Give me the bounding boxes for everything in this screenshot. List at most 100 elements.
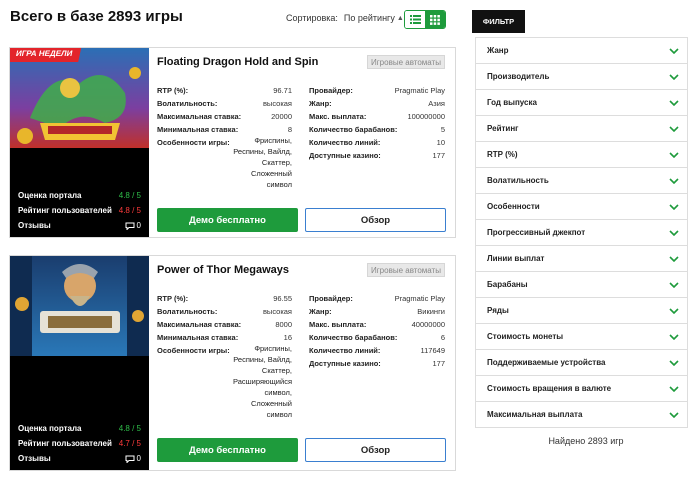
category-tag[interactable]: Игровые автоматы: [367, 263, 445, 277]
filter-item-year[interactable]: Год выпуска: [476, 90, 687, 116]
feature-item: Сложенный: [250, 169, 292, 178]
filter-item-label: Линии выплат: [487, 254, 545, 263]
review-button[interactable]: Обзор: [305, 208, 446, 232]
filter-item-jackpot[interactable]: Прогрессивный джекпот: [476, 220, 687, 246]
filter-item-label: Волатильность: [487, 176, 549, 185]
reviews-count[interactable]: 0: [125, 221, 141, 230]
chevron-down-icon: [669, 151, 679, 158]
comment-icon: [125, 455, 135, 463]
game-card: Оценка портала 4.8 / 5 Рейтинг пользоват…: [9, 255, 456, 471]
feature-item: Расширяющийся: [232, 377, 292, 386]
filter-item-genre[interactable]: Жанр: [476, 38, 687, 64]
feature-item: Респины, Вайлд,: [233, 147, 292, 156]
chevron-down-icon: [669, 307, 679, 314]
spec-value: 8000: [275, 320, 292, 329]
game-title[interactable]: Power of Thor Megaways: [157, 264, 289, 276]
filter-item-provider[interactable]: Производитель: [476, 64, 687, 90]
comment-icon: [125, 222, 135, 230]
reviews-label: Отзывы: [18, 221, 51, 230]
spec-value: 177: [432, 151, 445, 160]
filter-item-volatility[interactable]: Волатильность: [476, 168, 687, 194]
game-thumbnail[interactable]: Оценка портала 4.8 / 5 Рейтинг пользоват…: [10, 256, 149, 470]
spec-label: Количество линий:: [309, 346, 381, 355]
chevron-down-icon: [669, 385, 679, 392]
spec-label: Минимальная ставка:: [157, 125, 239, 134]
filter-item-rating[interactable]: Рейтинг: [476, 116, 687, 142]
spec-label: Минимальная ставка:: [157, 333, 239, 342]
spec-label: Количество линий:: [309, 138, 381, 147]
view-toggle: [404, 10, 446, 29]
list-view-button[interactable]: [405, 11, 425, 28]
feature-item: Фриспины,: [254, 136, 292, 145]
demo-button[interactable]: Демо бесплатно: [157, 438, 298, 462]
game-specs-right: Провайдер: Pragmatic Play Жанр: Азия Макс.…: [309, 84, 445, 162]
spec-value: 5: [440, 125, 445, 134]
chevron-down-icon: [669, 255, 679, 262]
chevron-down-icon: [669, 177, 679, 184]
spec-label: Максимальная ставка:: [157, 320, 242, 329]
filter-item-rows[interactable]: Ряды: [476, 298, 687, 324]
reviews-label: Отзывы: [18, 454, 51, 463]
sort-value: По рейтингу: [343, 13, 395, 23]
filter-item-spin-cost[interactable]: Стоимость вращения в валюте: [476, 376, 687, 402]
game-of-week-badge: ИГРА НЕДЕЛИ: [10, 48, 83, 62]
spec-value: 20000: [271, 112, 292, 121]
feature-item: Фриспины,: [254, 344, 292, 353]
chevron-down-icon: [669, 333, 679, 340]
thor-slot-artwork: [10, 256, 149, 356]
filter-item-paylines[interactable]: Линии выплат: [476, 246, 687, 272]
grid-view-button[interactable]: [425, 11, 445, 28]
user-rating-value: 4.8 / 5: [118, 206, 141, 215]
results-count: Найдено 2893 игр: [548, 436, 624, 446]
filter-item-label: RTP (%): [487, 150, 518, 159]
reviews-count-value: 0: [136, 221, 141, 230]
spec-label: Доступные казино:: [309, 359, 381, 368]
reviews-count[interactable]: 0: [125, 454, 141, 463]
spec-label: Количество барабанов:: [309, 333, 398, 342]
feature-item: Скаттер,: [261, 366, 292, 375]
filter-item-devices[interactable]: Поддерживаемые устройства: [476, 350, 687, 376]
filter-item-features[interactable]: Особенности: [476, 194, 687, 220]
game-title[interactable]: Floating Dragon Hold and Spin: [157, 56, 318, 68]
filter-tab[interactable]: ФИЛЬТР: [472, 10, 525, 33]
chevron-down-icon: [669, 281, 679, 288]
review-button[interactable]: Обзор: [305, 438, 446, 462]
feature-item: символ: [266, 410, 292, 419]
filter-item-coin-value[interactable]: Стоимость монеты: [476, 324, 687, 350]
user-rating-label: Рейтинг пользователей: [18, 439, 112, 448]
spec-value: 96.71: [273, 86, 292, 95]
filter-item-max-payout[interactable]: Максимальная выплата: [476, 402, 687, 428]
spec-value: 40000000: [411, 320, 445, 329]
demo-button[interactable]: Демо бесплатно: [157, 208, 298, 232]
filter-item-rtp[interactable]: RTP (%): [476, 142, 687, 168]
game-thumbnail[interactable]: ИГРА НЕДЕЛИ Оценка портала 4.8 / 5 Рейти…: [10, 48, 149, 237]
page-title: Всего в базе 2893 игры: [10, 8, 183, 25]
filter-item-label: Прогрессивный джекпот: [487, 228, 586, 237]
spec-label: Доступные казино:: [309, 151, 381, 160]
filter-item-label: Особенности: [487, 202, 540, 211]
user-rating-label: Рейтинг пользователей: [18, 206, 112, 215]
spec-value: Викинги: [417, 307, 445, 316]
category-tag[interactable]: Игровые автоматы: [367, 55, 445, 69]
portal-rating-label: Оценка портала: [18, 424, 82, 433]
chevron-down-icon: [669, 99, 679, 106]
spec-value: высокая: [262, 307, 292, 316]
filter-item-label: Поддерживаемые устройства: [487, 358, 606, 367]
features-list: Фриспины, Респины, Вайлд, Скаттер, Сложе…: [233, 135, 292, 190]
filter-item-label: Ряды: [487, 306, 509, 315]
game-specs-right: Провайдер: Pragmatic Play Жанр: Викинги Ма…: [309, 292, 445, 370]
spec-label: Провайдер:: [309, 294, 353, 303]
spec-label: Волатильность:: [157, 99, 218, 108]
portal-rating-value: 4.8 / 5: [118, 424, 141, 433]
spec-value: 10: [436, 138, 445, 147]
portal-rating-value: 4.8 / 5: [118, 191, 141, 200]
spec-label: Провайдер:: [309, 86, 353, 95]
spec-value: 177: [432, 359, 445, 368]
features-label: Особенности игры:: [157, 138, 230, 147]
rating-stats: Оценка портала 4.8 / 5 Рейтинг пользоват…: [18, 188, 141, 233]
sort-select[interactable]: По рейтингу ▲▼: [344, 13, 411, 23]
feature-item: Респины, Вайлд,: [233, 355, 292, 364]
filter-item-reels[interactable]: Барабаны: [476, 272, 687, 298]
game-card: ИГРА НЕДЕЛИ Оценка портала 4.8 / 5 Рейти…: [9, 47, 456, 238]
spec-value: Pragmatic Play: [394, 86, 445, 95]
